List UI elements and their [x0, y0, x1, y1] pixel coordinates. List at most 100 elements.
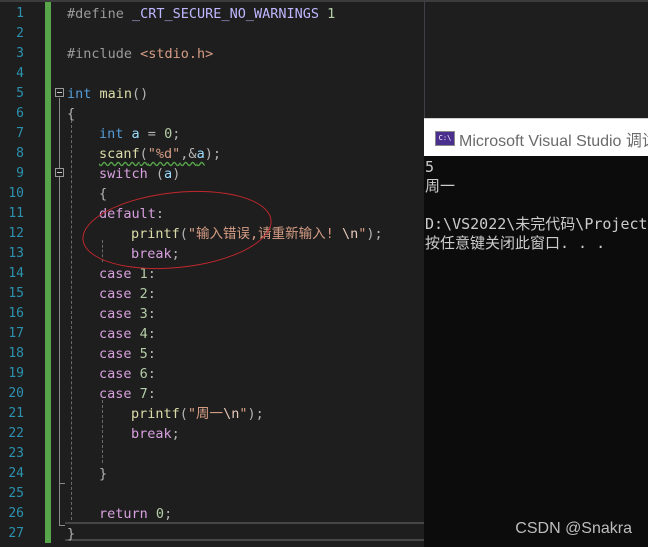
code-token: (): [132, 86, 149, 102]
code-line[interactable]: int a = 0;: [99, 124, 180, 144]
code-token: case: [99, 306, 132, 322]
code-token: (: [139, 146, 148, 162]
current-line-highlight: [65, 522, 424, 541]
line-number: 20: [8, 386, 24, 401]
code-line[interactable]: break;: [131, 424, 180, 444]
indent-guide: [71, 120, 72, 520]
code-token: :: [147, 326, 156, 342]
code-line[interactable]: }: [67, 524, 75, 544]
line-number: 10: [8, 186, 24, 201]
code-token: case: [99, 366, 132, 382]
code-token: <stdio.h>: [140, 46, 214, 62]
code-line[interactable]: case 3:: [99, 304, 156, 324]
code-token: int: [99, 126, 124, 142]
code-line[interactable]: case 4:: [99, 324, 156, 344]
line-number: 4: [16, 66, 24, 81]
line-number: 14: [8, 266, 24, 281]
line-number: 19: [8, 366, 24, 381]
code-token: _CRT_SECURE_NO_WARNINGS: [132, 6, 319, 22]
code-token: "周一: [187, 406, 224, 422]
code-line[interactable]: int main(): [67, 84, 148, 104]
code-token: case: [99, 386, 132, 402]
line-number: 8: [16, 146, 24, 161]
code-line[interactable]: case 7:: [99, 384, 156, 404]
code-line[interactable]: #define _CRT_SECURE_NO_WARNINGS 1: [67, 4, 335, 24]
line-number: 17: [8, 326, 24, 341]
line-number: 22: [8, 426, 24, 441]
code-token: case: [99, 286, 132, 302]
code-token: "%d": [147, 146, 181, 162]
code-token: a: [196, 146, 205, 162]
fold-end-switch: [59, 483, 65, 484]
code-token: main: [99, 86, 133, 102]
code-token: 5: [139, 346, 148, 362]
console-title: Microsoft Visual Studio 调试控制台: [459, 133, 648, 150]
code-token: ;: [172, 126, 181, 142]
console-output-line: 按任意键关闭此窗口. . .: [425, 234, 606, 252]
collapse-switch-icon[interactable]: [55, 168, 64, 177]
code-token: 1: [318, 6, 336, 22]
collapse-main-icon[interactable]: [55, 88, 64, 97]
code-line[interactable]: case 6:: [99, 364, 156, 384]
debug-console-window[interactable]: C:\ Microsoft Visual Studio 调试控制台 5周一 D:…: [424, 118, 648, 547]
line-number: 25: [8, 486, 24, 501]
code-token: case: [99, 326, 132, 342]
line-number: 7: [16, 126, 24, 141]
console-app-icon: C:\: [435, 131, 455, 146]
line-number: 9: [16, 166, 24, 181]
code-token: ;: [171, 426, 180, 442]
code-line[interactable]: return 0;: [99, 504, 172, 524]
code-token: 4: [139, 326, 148, 342]
code-token: 7: [139, 386, 148, 402]
code-token: 3: [139, 306, 148, 322]
console-title-bar[interactable]: C:\ Microsoft Visual Studio 调试控制台: [424, 118, 648, 156]
code-line[interactable]: printf("周一\n");: [131, 404, 264, 424]
line-number: 11: [8, 206, 24, 221]
code-editor[interactable]: 1 2 3 4 5 6 7 8 9 10 11 12 13 14 15 16 17 18 19 20 21 22 23 24 2…: [0, 2, 424, 547]
line-number: 26: [8, 506, 24, 521]
code-line[interactable]: switch (a): [99, 164, 180, 184]
code-token: #define: [67, 6, 133, 22]
code-line[interactable]: case 2:: [99, 284, 156, 304]
code-token: a: [131, 126, 140, 142]
line-number: 27: [8, 526, 24, 541]
console-output-line: 5: [425, 158, 435, 176]
code-line[interactable]: scanf("%d",&a);: [99, 144, 221, 164]
code-line[interactable]: case 5:: [99, 344, 156, 364]
code-token: );: [247, 406, 264, 422]
code-token: \n: [223, 406, 240, 422]
code-line[interactable]: {: [67, 104, 75, 124]
code-token: :: [147, 346, 156, 362]
code-token: }: [99, 466, 108, 482]
line-number: 5: [16, 86, 24, 101]
code-token: break: [131, 426, 172, 442]
line-number: 23: [8, 446, 24, 461]
code-token: :: [147, 366, 156, 382]
code-token: 2: [139, 286, 148, 302]
code-token: a: [164, 166, 173, 182]
change-tracking-bar: [45, 2, 51, 543]
line-number: 24: [8, 466, 24, 481]
code-token: switch: [99, 166, 148, 182]
code-line[interactable]: {: [99, 184, 107, 204]
line-number: 18: [8, 346, 24, 361]
line-number: 1: [16, 6, 24, 21]
console-output-line: D:\VS2022\未完代码\Project1\x64\Debug\Projec…: [425, 215, 648, 233]
code-token: ): [172, 166, 181, 182]
code-token: \n: [341, 226, 359, 242]
line-number: 15: [8, 286, 24, 301]
line-number: 2: [16, 26, 24, 41]
console-output-line: 周一: [425, 177, 456, 195]
code-token: scanf: [99, 146, 140, 162]
code-token: case: [99, 266, 132, 282]
code-line[interactable]: #include <stdio.h>: [67, 44, 213, 64]
code-token: :: [147, 386, 156, 402]
code-line[interactable]: }: [99, 464, 107, 484]
